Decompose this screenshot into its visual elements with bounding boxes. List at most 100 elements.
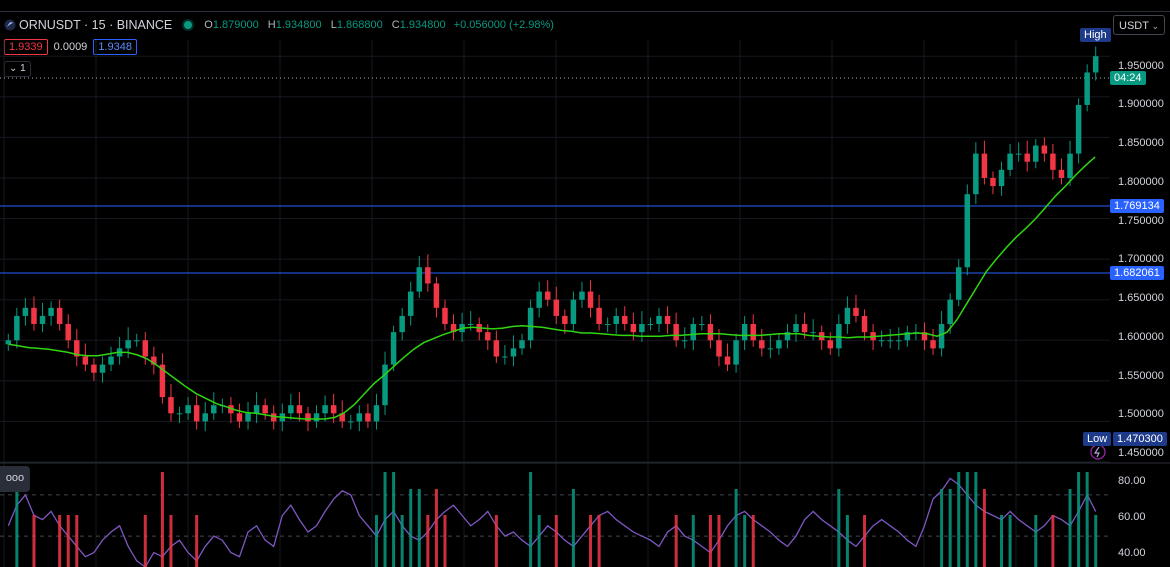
candle xyxy=(853,294,859,323)
candle xyxy=(553,286,560,325)
rsi-volume-bar xyxy=(965,472,969,567)
rsi-volume-bar xyxy=(863,515,867,567)
candle xyxy=(519,333,525,355)
candle-body xyxy=(733,340,739,365)
candle xyxy=(176,406,183,424)
candle xyxy=(767,335,774,359)
candle xyxy=(159,353,166,404)
candle-body xyxy=(416,267,423,292)
candle-body xyxy=(1058,169,1065,178)
price-chart[interactable] xyxy=(0,0,1170,567)
candle xyxy=(116,337,123,365)
candle xyxy=(570,291,577,331)
candle-body xyxy=(587,291,594,308)
candle-body xyxy=(348,421,354,423)
candle xyxy=(39,302,46,333)
candle-body xyxy=(579,291,585,300)
candle-body xyxy=(973,153,979,195)
rsi-volume-bar xyxy=(734,489,738,567)
candle xyxy=(896,327,902,351)
rsi-volume-bar xyxy=(948,489,952,567)
candle xyxy=(1084,64,1090,112)
candle xyxy=(1050,143,1056,180)
candle-body xyxy=(827,340,834,349)
rsi-volume-bar xyxy=(426,515,430,567)
candle xyxy=(5,333,12,351)
rsi-volume-bar xyxy=(554,515,558,567)
candle xyxy=(373,393,380,430)
candle xyxy=(604,317,611,333)
candles xyxy=(5,46,1099,432)
candle xyxy=(887,328,893,349)
candle xyxy=(476,317,482,341)
rsi-volume-bar xyxy=(529,472,533,567)
pane-menu-button[interactable]: ooo xyxy=(0,466,30,492)
candle xyxy=(330,393,337,424)
candle-body xyxy=(741,324,748,341)
candle xyxy=(425,254,431,292)
candle xyxy=(48,301,54,326)
rsi-volume-bar xyxy=(169,515,173,567)
candle-body xyxy=(544,291,551,300)
rsi-volume-bar xyxy=(537,515,541,567)
rsi-volume-bar xyxy=(1000,515,1004,567)
candle-body xyxy=(236,413,243,422)
candle-body xyxy=(861,315,868,333)
axis-tick: 1.650000 xyxy=(1118,292,1164,304)
candle-body xyxy=(639,324,645,333)
candle xyxy=(14,307,20,349)
candle xyxy=(168,384,174,422)
candle-body xyxy=(253,405,260,414)
candle xyxy=(699,315,705,331)
candle-body xyxy=(681,340,688,342)
rsi-volume-bar xyxy=(1077,472,1081,567)
candle xyxy=(1058,158,1065,185)
rsi-volume-bar xyxy=(392,472,396,567)
candle-body xyxy=(981,153,988,178)
candle xyxy=(202,401,208,432)
rsi-volume-bar xyxy=(143,515,147,567)
candle-body xyxy=(622,315,628,325)
candle xyxy=(964,184,971,276)
candle xyxy=(211,392,217,420)
candle xyxy=(930,328,936,355)
candle-body xyxy=(896,340,902,342)
candle-body xyxy=(724,356,731,365)
candle-body xyxy=(930,340,936,349)
candle-body xyxy=(1075,104,1082,154)
candle-body xyxy=(699,324,705,326)
candle-body xyxy=(322,405,328,414)
candle xyxy=(416,255,423,299)
candle xyxy=(356,405,363,432)
axis-tick: 1.750000 xyxy=(1118,215,1164,227)
axis-tick: 1.850000 xyxy=(1118,137,1164,149)
candle-body xyxy=(425,267,431,284)
candle-body xyxy=(998,169,1005,187)
candle-body xyxy=(82,356,89,365)
candle-body xyxy=(91,364,97,373)
candle-body xyxy=(108,356,114,365)
axis-tick: 1.700000 xyxy=(1118,253,1164,265)
rsi-volume-bar xyxy=(717,515,721,567)
candle xyxy=(82,343,89,372)
candle-body xyxy=(373,405,380,422)
candle-body xyxy=(707,324,714,341)
rsi-volume-bar xyxy=(66,515,70,567)
rsi-volume-bar xyxy=(160,472,164,567)
low-value: 1.470300 xyxy=(1113,432,1167,446)
candle xyxy=(639,311,645,342)
candle-body xyxy=(878,340,885,342)
axis-tick: 1.800000 xyxy=(1118,176,1164,188)
rsi-volume-bar xyxy=(845,515,849,567)
candle xyxy=(1007,143,1013,177)
candle-body xyxy=(690,324,697,341)
candle xyxy=(1041,137,1048,162)
candle xyxy=(56,299,63,331)
candle-body xyxy=(767,348,774,350)
candle-body xyxy=(527,307,534,341)
candle-body xyxy=(1024,153,1030,162)
candle-body xyxy=(202,413,208,422)
candle xyxy=(836,314,842,357)
candle xyxy=(99,356,106,383)
candle xyxy=(1015,142,1022,162)
